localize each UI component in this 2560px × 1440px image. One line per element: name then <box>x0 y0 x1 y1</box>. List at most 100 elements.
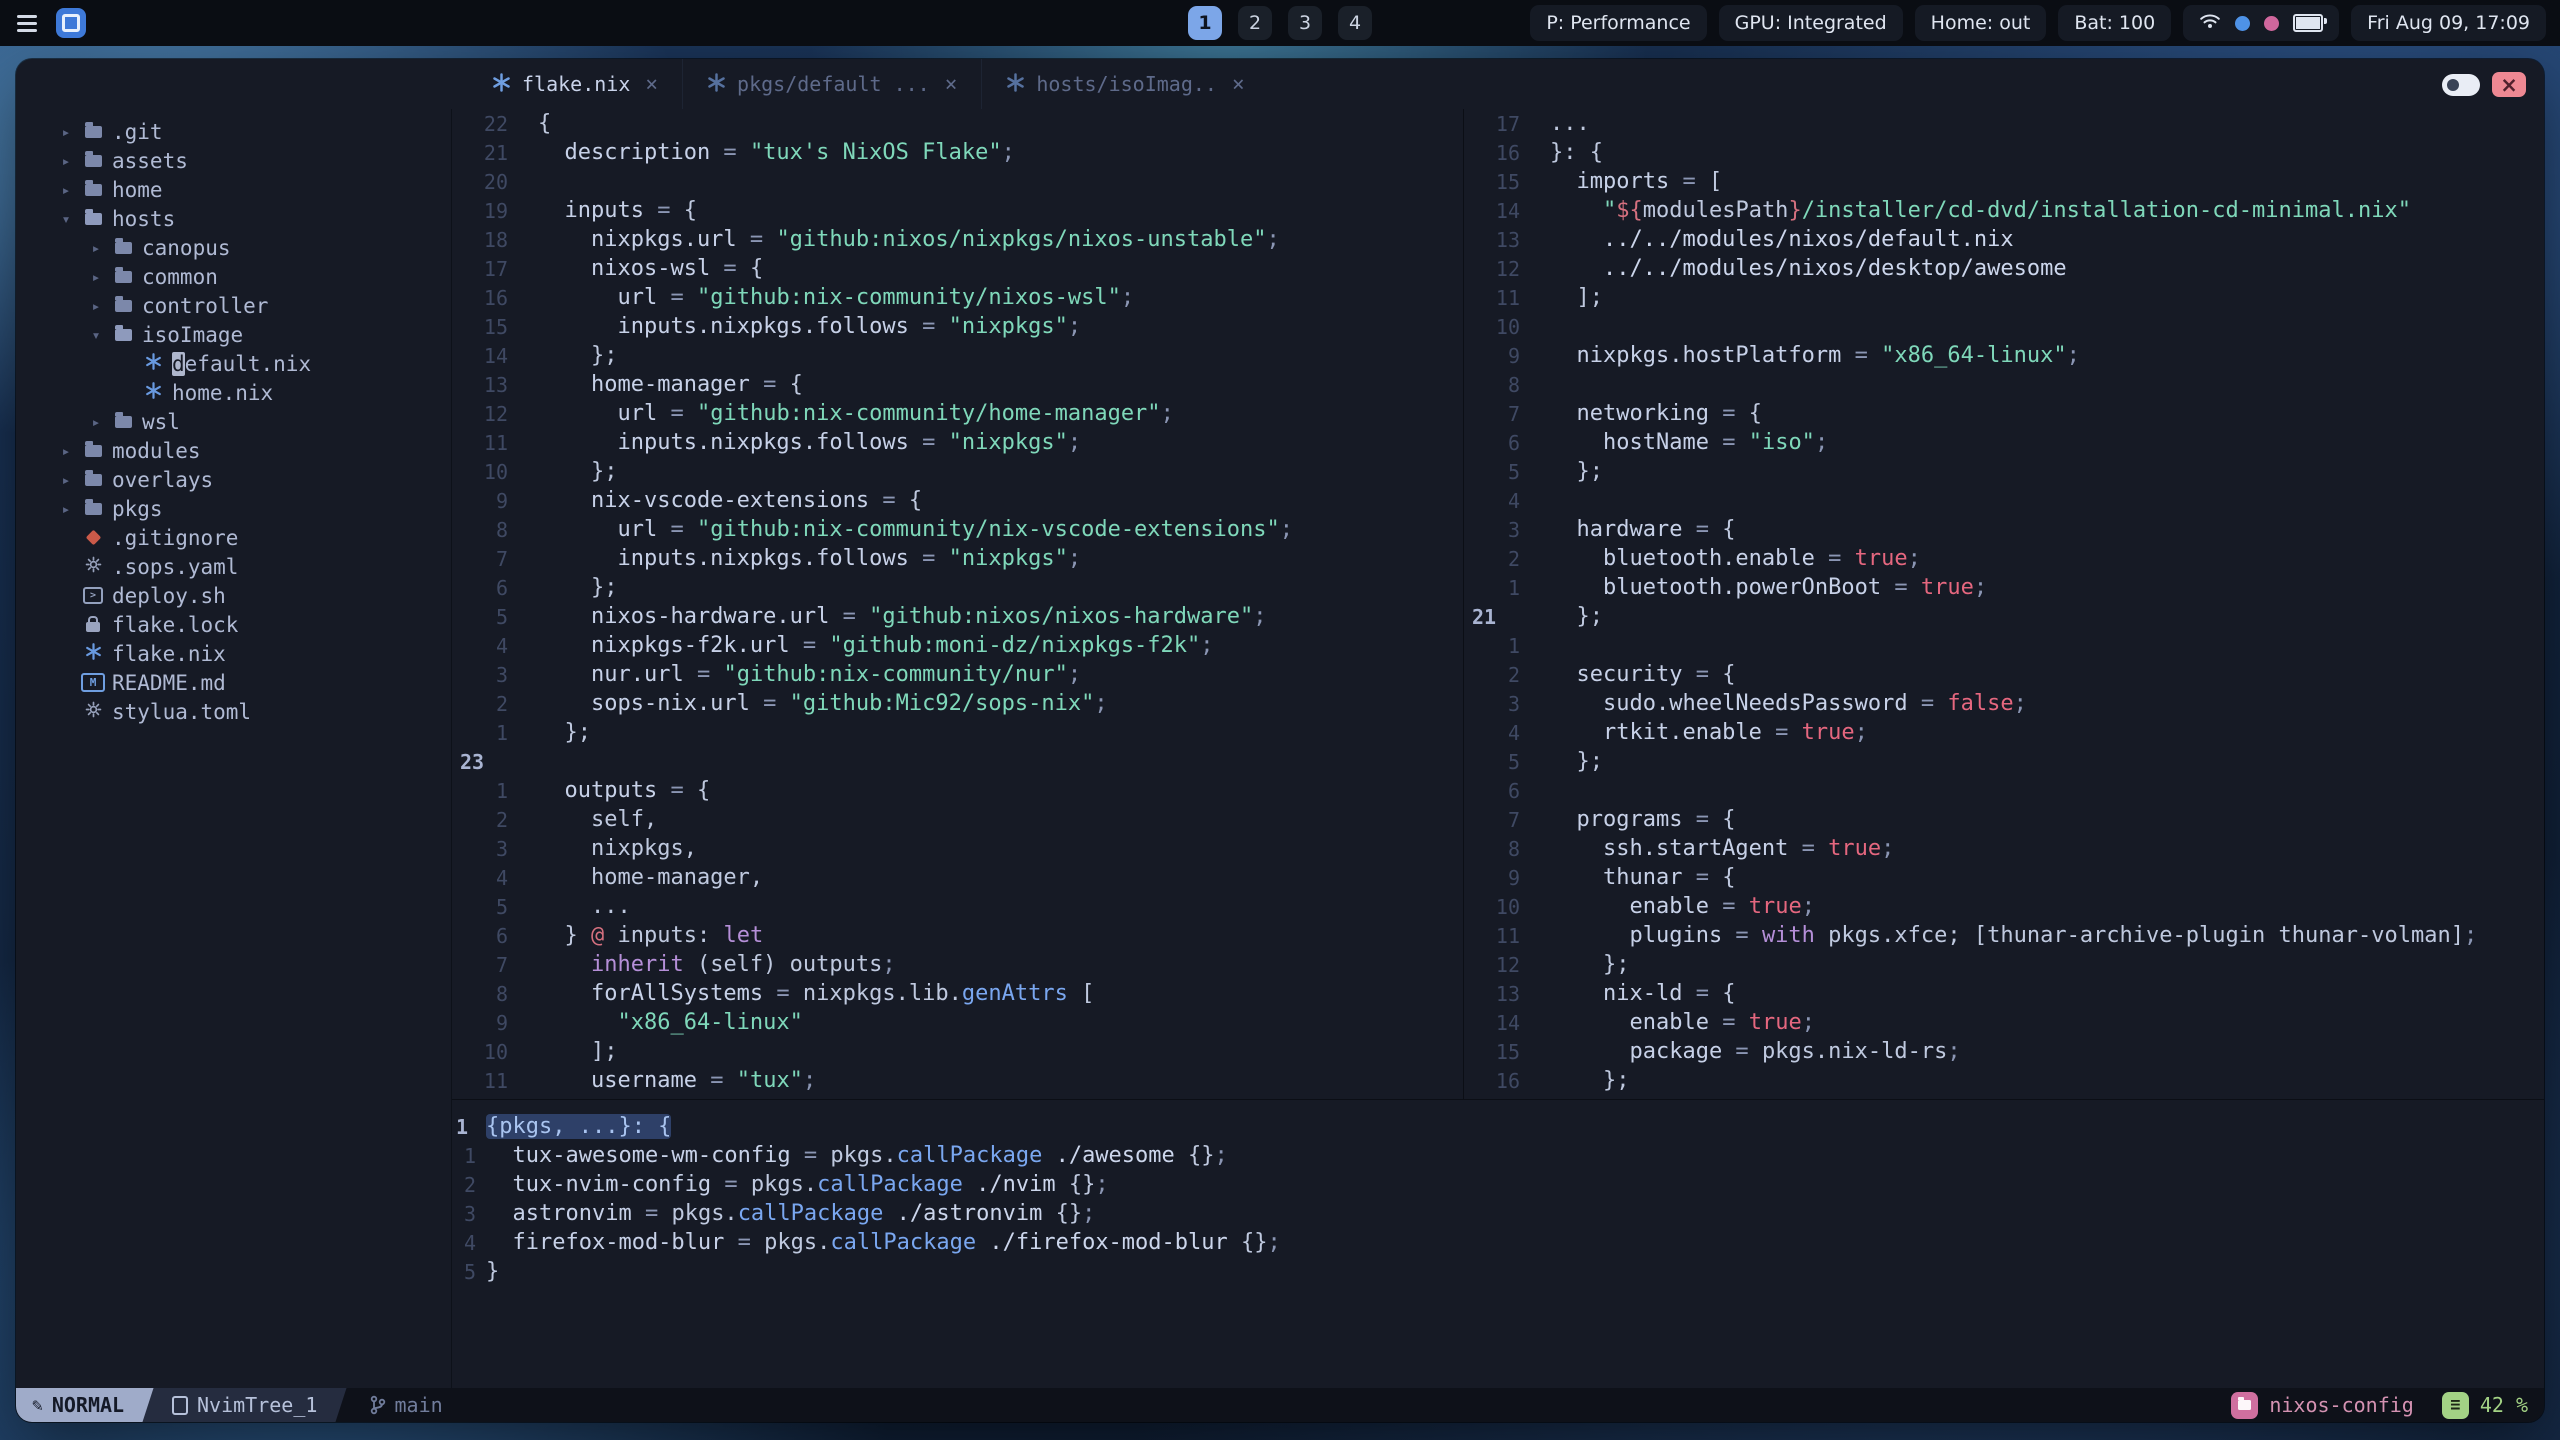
code-line[interactable]: 5 ... <box>452 892 1463 921</box>
tree-item-.git[interactable]: ▸ .git <box>16 117 451 146</box>
code-line[interactable]: 22 { <box>452 109 1463 138</box>
chevron-right-icon[interactable]: ▸ <box>52 123 80 141</box>
tree-item-default.nix[interactable]: default.nix <box>16 349 451 378</box>
code-line[interactable]: 12 }; <box>1464 950 2544 979</box>
code-line[interactable]: 9 nixpkgs.hostPlatform = "x86_64-linux"; <box>1464 341 2544 370</box>
code-line[interactable]: 16}: { <box>1464 138 2544 167</box>
tree-item-home.nix[interactable]: home.nix <box>16 378 451 407</box>
code-line[interactable]: 10 enable = true; <box>1464 892 2544 921</box>
tree-item-common[interactable]: ▸ common <box>16 262 451 291</box>
code-line[interactable]: 15 imports = [ <box>1464 167 2544 196</box>
code-line[interactable]: 15 inputs.nixpkgs.follows = "nixpkgs"; <box>452 312 1463 341</box>
code-line[interactable]: 11 ]; <box>1464 283 2544 312</box>
menu-icon[interactable] <box>14 8 40 38</box>
code-line[interactable]: 8 <box>1464 370 2544 399</box>
code-line[interactable]: 6 } @ inputs: let <box>452 921 1463 950</box>
tree-item-stylua.toml[interactable]: stylua.toml <box>16 697 451 726</box>
code-line[interactable]: 8 url = "github:nix-community/nix-vscode… <box>452 515 1463 544</box>
code-line[interactable]: 13 home-manager = { <box>452 370 1463 399</box>
chevron-right-icon[interactable]: ▸ <box>52 152 80 170</box>
code-line[interactable]: 9 "x86_64-linux" <box>452 1008 1463 1037</box>
tree-item-controller[interactable]: ▸ controller <box>16 291 451 320</box>
code-line[interactable]: 10 ]; <box>452 1037 1463 1066</box>
tree-item-.gitignore[interactable]: .gitignore <box>16 523 451 552</box>
code-line[interactable]: 16 }; <box>1464 1066 2544 1095</box>
home-module[interactable]: Home: out <box>1914 5 2047 41</box>
chevron-right-icon[interactable]: ▸ <box>82 297 110 315</box>
code-line[interactable]: 4 nixpkgs-f2k.url = "github:moni-dz/nixp… <box>452 631 1463 660</box>
code-line[interactable]: 4 firefox-mod-blur = pkgs.callPackage ./… <box>452 1228 2544 1257</box>
code-line[interactable]: 11 plugins = with pkgs.xfce; [thunar-arc… <box>1464 921 2544 950</box>
code-line[interactable]: 10 }; <box>452 457 1463 486</box>
chevron-down-icon[interactable]: ▾ <box>52 210 80 228</box>
power-profile-module[interactable]: P: Performance <box>1530 5 1707 41</box>
tree-item-flake.lock[interactable]: flake.lock <box>16 610 451 639</box>
window-close-button[interactable]: × <box>2492 72 2526 97</box>
tree-item-assets[interactable]: ▸ assets <box>16 146 451 175</box>
code-line[interactable]: 3 hardware = { <box>1464 515 2544 544</box>
code-line[interactable]: 3 astronvim = pkgs.callPackage ./astronv… <box>452 1199 2544 1228</box>
chevron-right-icon[interactable]: ▸ <box>82 268 110 286</box>
launcher-icon[interactable] <box>56 8 86 38</box>
tab-close-icon[interactable]: × <box>641 72 658 96</box>
chevron-right-icon[interactable]: ▸ <box>82 413 110 431</box>
tab-hosts/isoImag..[interactable]: hosts/isoImag.. × <box>981 59 1268 109</box>
workspace-button-2[interactable]: 2 <box>1238 6 1272 40</box>
tab-flake.nix[interactable]: flake.nix × <box>468 59 682 109</box>
code-line[interactable]: 8 ssh.startAgent = true; <box>1464 834 2544 863</box>
code-line[interactable]: 3 nur.url = "github:nix-community/nur"; <box>452 660 1463 689</box>
workspace-button-3[interactable]: 3 <box>1288 6 1322 40</box>
code-line[interactable]: 14 enable = true; <box>1464 1008 2544 1037</box>
tab-pkgs/default ...[interactable]: pkgs/default ... × <box>682 59 981 109</box>
code-line[interactable]: 9 thunar = { <box>1464 863 2544 892</box>
battery-icon[interactable] <box>2293 14 2328 32</box>
code-line[interactable]: 5 }; <box>1464 457 2544 486</box>
code-line[interactable]: 11 username = "tux"; <box>452 1066 1463 1095</box>
code-line[interactable]: 7 inherit (self) outputs; <box>452 950 1463 979</box>
code-line[interactable]: 4 <box>1464 486 2544 515</box>
titlebar-toggle-button[interactable] <box>2442 73 2480 96</box>
tree-item-hosts[interactable]: ▾ hosts <box>16 204 451 233</box>
code-line[interactable]: 14 "${modulesPath}/installer/cd-dvd/inst… <box>1464 196 2544 225</box>
tree-item-home[interactable]: ▸ home <box>16 175 451 204</box>
code-line[interactable]: 19 inputs = { <box>452 196 1463 225</box>
code-line[interactable]: 20 <box>452 167 1463 196</box>
code-line[interactable]: 1 <box>1464 631 2544 660</box>
tree-item-wsl[interactable]: ▸ wsl <box>16 407 451 436</box>
code-line[interactable]: 14 }; <box>452 341 1463 370</box>
workspace-button-4[interactable]: 4 <box>1338 6 1372 40</box>
code-line[interactable]: 15 package = pkgs.nix-ld-rs; <box>1464 1037 2544 1066</box>
code-line[interactable]: 7 inputs.nixpkgs.follows = "nixpkgs"; <box>452 544 1463 573</box>
tree-item-pkgs[interactable]: ▸ pkgs <box>16 494 451 523</box>
code-line[interactable]: 13 nix-ld = { <box>1464 979 2544 1008</box>
code-line[interactable]: 9 nix-vscode-extensions = { <box>452 486 1463 515</box>
code-line[interactable]: 3 sudo.wheelNeedsPassword = false; <box>1464 689 2544 718</box>
code-line[interactable]: 17 nixos-wsl = { <box>452 254 1463 283</box>
chevron-right-icon[interactable]: ▸ <box>52 442 80 460</box>
code-line[interactable]: 4 home-manager, <box>452 863 1463 892</box>
code-line[interactable]: 5} <box>452 1257 2544 1286</box>
chevron-right-icon[interactable]: ▸ <box>52 500 80 518</box>
chevron-down-icon[interactable]: ▾ <box>82 326 110 344</box>
code-line[interactable]: 5 nixos-hardware.url = "github:nixos/nix… <box>452 602 1463 631</box>
code-line[interactable]: 11 inputs.nixpkgs.follows = "nixpkgs"; <box>452 428 1463 457</box>
clock[interactable]: Fri Aug 09, 17:09 <box>2351 5 2546 41</box>
tree-item-.sops.yaml[interactable]: .sops.yaml <box>16 552 451 581</box>
code-line[interactable]: 4 rtkit.enable = true; <box>1464 718 2544 747</box>
tree-item-modules[interactable]: ▸ modules <box>16 436 451 465</box>
tree-item-canopus[interactable]: ▸ canopus <box>16 233 451 262</box>
gpu-module[interactable]: GPU: Integrated <box>1718 5 1903 41</box>
tree-item-deploy.sh[interactable]: > deploy.sh <box>16 581 451 610</box>
code-line[interactable]: 1 bluetooth.powerOnBoot = true; <box>1464 573 2544 602</box>
code-line[interactable]: 21 }; <box>1464 602 2544 631</box>
code-line[interactable]: 2 tux-nvim-config = pkgs.callPackage ./n… <box>452 1170 2544 1199</box>
code-line[interactable]: 6 hostName = "iso"; <box>1464 428 2544 457</box>
code-line[interactable]: 12 url = "github:nix-community/home-mana… <box>452 399 1463 428</box>
chevron-right-icon[interactable]: ▸ <box>82 239 110 257</box>
code-line[interactable]: 7 networking = { <box>1464 399 2544 428</box>
code-line[interactable]: 3 nixpkgs, <box>452 834 1463 863</box>
bluetooth-icon[interactable] <box>2235 15 2251 31</box>
code-line[interactable]: 2 self, <box>452 805 1463 834</box>
battery-module[interactable]: Bat: 100 <box>2058 5 2172 41</box>
tab-close-icon[interactable]: × <box>941 72 958 96</box>
